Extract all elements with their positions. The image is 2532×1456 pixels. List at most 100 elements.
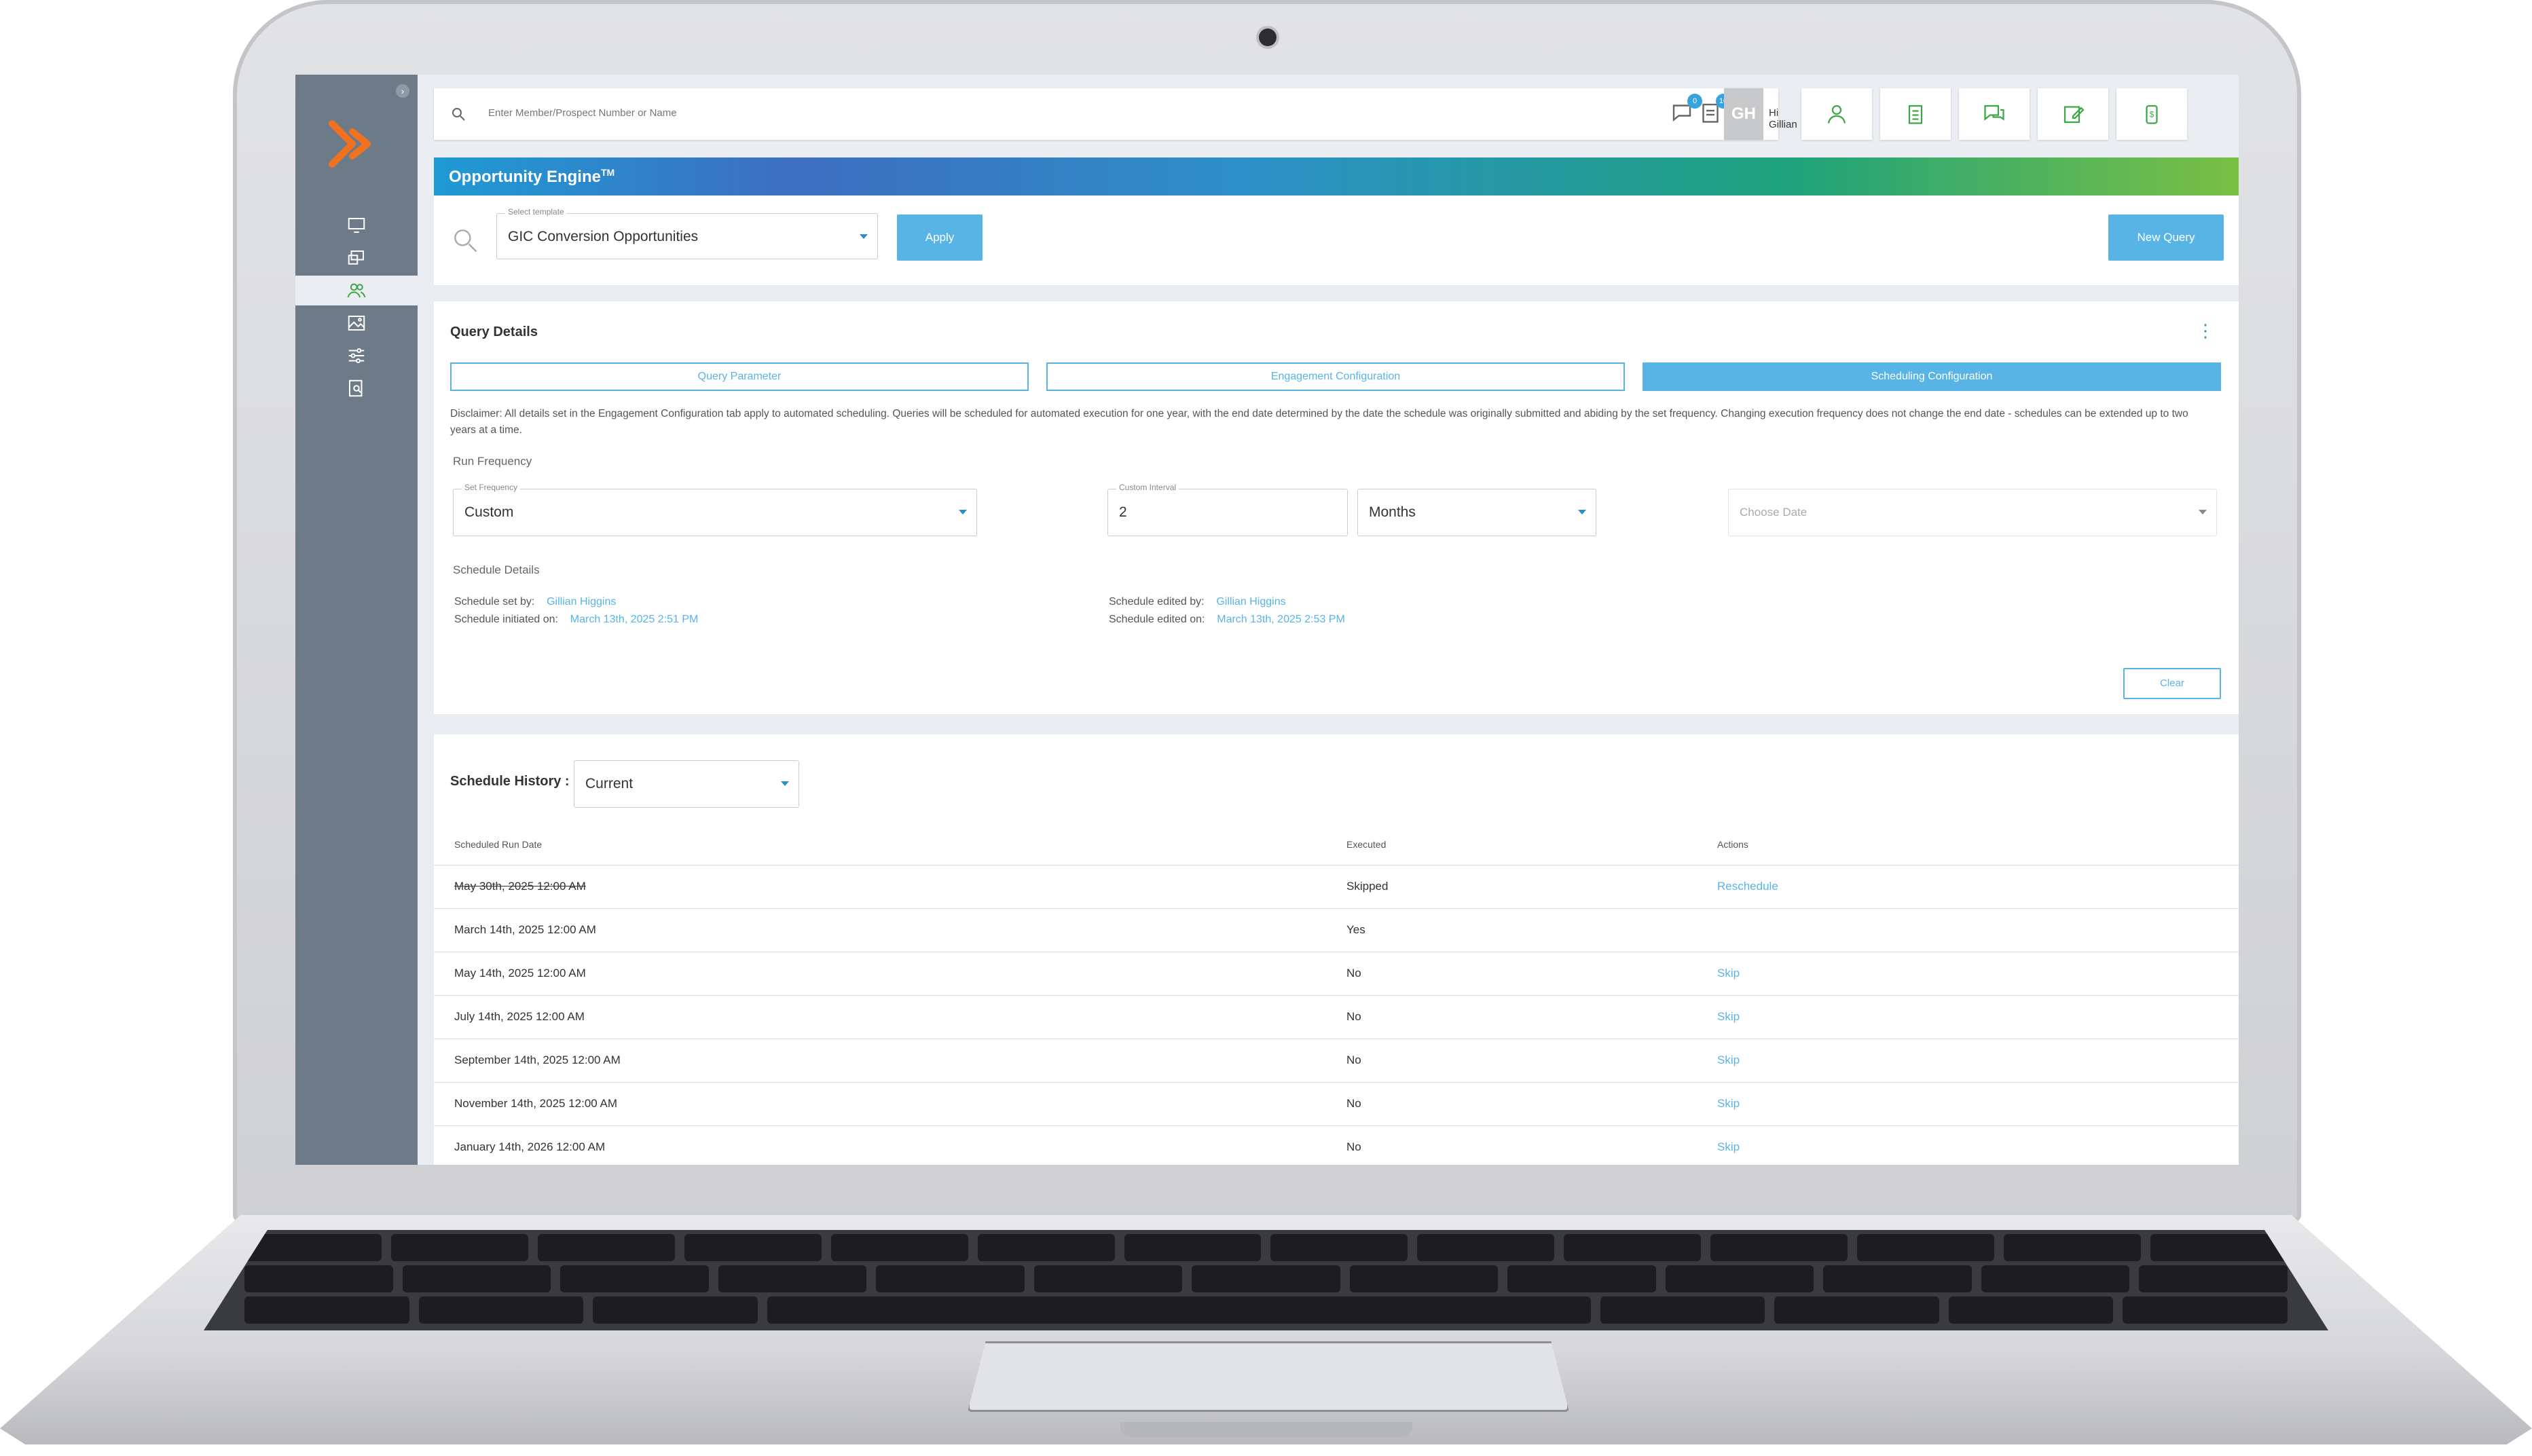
skip-link[interactable]: Skip [1717, 967, 1740, 980]
apply-button[interactable]: Apply [897, 214, 983, 261]
main-content: Enter Member/Prospect Number or Name 0 1… [434, 75, 2239, 1165]
initiated-on-value: March 13th, 2025 2:51 PM [570, 614, 699, 625]
clipboard-list-icon [1908, 105, 1923, 124]
sidebar-item-settings[interactable] [295, 341, 418, 371]
template-select-label: Select template [505, 207, 567, 217]
scheduling-disclaimer: Disclaimer: All details set in the Engag… [450, 408, 2188, 436]
query-details-card: Query Details ⋮ Query Parameter Engageme… [434, 301, 2239, 714]
template-select[interactable]: Select template GIC Conversion Opportuni… [496, 207, 878, 259]
schedule-edit-info: Schedule edited by: Gillian Higgins Sche… [1109, 593, 1345, 629]
schedule-history-label: Schedule History : [450, 774, 570, 789]
custom-interval-field[interactable]: Custom Interval 2 [1107, 483, 1348, 536]
svg-text:$: $ [2150, 110, 2154, 119]
sidebar-item-reports[interactable] [295, 373, 418, 403]
trackpad [968, 1341, 1569, 1412]
schedule-history-card: Schedule History : Current Scheduled Run… [434, 734, 2239, 1165]
run-date-cell: July 14th, 2025 12:00 AM [454, 1010, 585, 1023]
template-select-value: GIC Conversion Opportunities [508, 229, 699, 244]
reschedule-link[interactable]: Reschedule [1717, 880, 1778, 893]
table-row: November 14th, 2025 12:00 AM No Skip [434, 1082, 2239, 1126]
page-title: Opportunity EngineTM [449, 167, 615, 186]
webcam [1259, 29, 1277, 46]
sidebar-collapse-icon[interactable]: › [396, 84, 409, 98]
user-icon [1827, 105, 1846, 124]
set-frequency-label: Set Frequency [462, 483, 521, 492]
run-date-cell: September 14th, 2025 12:00 AM [454, 1053, 621, 1066]
column-header-executed: Executed [1346, 839, 1387, 850]
table-row: May 14th, 2025 12:00 AM No Skip [434, 952, 2239, 996]
skip-link[interactable]: Skip [1717, 1097, 1740, 1110]
run-date-cell: May 30th, 2025 12:00 AM [454, 880, 586, 893]
chevron-down-icon [860, 234, 868, 239]
run-date-cell: May 14th, 2025 12:00 AM [454, 967, 586, 979]
card-menu-kebab-icon[interactable]: ⋮ [2197, 320, 2214, 341]
schedule-set-info: Schedule set by: Gillian Higgins Schedul… [454, 593, 698, 629]
chevron-down-icon [781, 781, 789, 786]
search-icon [452, 108, 465, 121]
set-by-label: Schedule set by: [454, 596, 535, 608]
sidebar: › [295, 75, 418, 1165]
skip-link[interactable]: Skip [1717, 1053, 1740, 1067]
image-icon [348, 316, 365, 331]
template-selector-row: Select template GIC Conversion Opportuni… [434, 195, 2239, 285]
schedule-details-title: Schedule Details [453, 563, 540, 576]
sidebar-item-gallery[interactable] [295, 308, 418, 338]
table-row: March 14th, 2025 12:00 AM Yes [434, 908, 2239, 952]
table-header: Scheduled Run Date Executed Actions [434, 824, 2239, 865]
executed-cell: Yes [1346, 923, 1365, 936]
wallet-button[interactable]: $ [2116, 88, 2187, 140]
edited-on-value: March 13th, 2025 2:53 PM [1217, 614, 1345, 625]
tab-scheduling-configuration[interactable]: Scheduling Configuration [1643, 362, 2221, 391]
schedule-history-filter[interactable]: Current [574, 760, 799, 808]
chevron-down-icon [2199, 510, 2207, 515]
tasks-button[interactable]: 10 [1698, 94, 1731, 128]
choose-date-placeholder: Choose Date [1740, 506, 1808, 519]
chevron-down-icon [959, 510, 967, 515]
sidebar-item-dashboard[interactable] [295, 210, 418, 240]
edit-note-button[interactable] [2038, 88, 2108, 140]
choose-date-select[interactable]: Choose Date [1728, 489, 2217, 536]
executed-cell: No [1346, 1097, 1361, 1110]
set-frequency-select[interactable]: Set Frequency Custom [453, 483, 977, 536]
wallet-icon: $ [2146, 105, 2158, 124]
sidebar-item-members[interactable] [295, 276, 418, 305]
skip-link[interactable]: Skip [1717, 1140, 1740, 1154]
schedule-history-filter-value: Current [585, 776, 634, 791]
notes-button[interactable] [1880, 88, 1951, 140]
tab-query-parameter[interactable]: Query Parameter [450, 362, 1029, 391]
avatar[interactable]: GH [1724, 88, 1763, 140]
table-row: September 14th, 2025 12:00 AM No Skip [434, 1039, 2239, 1083]
top-bar: Enter Member/Prospect Number or Name 0 1… [434, 88, 2233, 140]
edit-icon [2063, 106, 2085, 124]
chevron-down-icon [1578, 510, 1586, 515]
member-search-bar[interactable]: Enter Member/Prospect Number or Name 0 1… [434, 88, 1837, 140]
member-profile-button[interactable] [1801, 88, 1872, 140]
messages-button[interactable]: 0 [1670, 94, 1702, 128]
page-header-banner: Opportunity EngineTM [434, 157, 2239, 195]
table-row: January 14th, 2026 12:00 AM No Skip [434, 1125, 2239, 1165]
laptop-hinge [1120, 1422, 1412, 1437]
column-header-run-date: Scheduled Run Date [454, 839, 543, 850]
column-header-actions: Actions [1717, 839, 1748, 850]
executed-cell: Skipped [1346, 880, 1389, 893]
sidebar-item-cards[interactable] [295, 243, 418, 273]
interval-unit-select[interactable]: Months [1357, 489, 1596, 536]
clear-button[interactable]: Clear [2123, 668, 2221, 699]
app-screen: › Enter Member/Prospect Number or Name 0… [295, 75, 2239, 1165]
edited-on-label: Schedule edited on: [1109, 614, 1205, 625]
users-icon [347, 283, 366, 298]
search-input[interactable]: Enter Member/Prospect Number or Name [488, 107, 677, 119]
executed-cell: No [1346, 1140, 1361, 1153]
tab-engagement-configuration[interactable]: Engagement Configuration [1046, 362, 1625, 391]
interval-unit-value: Months [1369, 504, 1416, 520]
chat-bubbles-icon [1984, 105, 2004, 121]
set-by-link[interactable]: Gillian Higgins [547, 596, 616, 608]
skip-link[interactable]: Skip [1717, 1010, 1740, 1024]
executed-cell: No [1346, 1053, 1361, 1066]
new-query-button[interactable]: New Query [2108, 214, 2224, 261]
executed-cell: No [1346, 1010, 1361, 1023]
edited-by-link[interactable]: Gillian Higgins [1216, 596, 1285, 608]
custom-interval-value: 2 [1119, 504, 1127, 520]
run-date-cell: March 14th, 2025 12:00 AM [454, 923, 596, 936]
conversations-button[interactable] [1959, 88, 2030, 140]
